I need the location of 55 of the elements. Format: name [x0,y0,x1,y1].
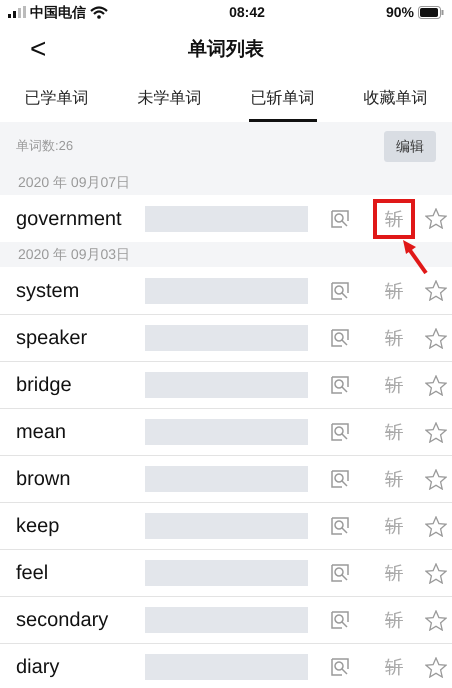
word-text: feel [16,561,50,586]
chop-button[interactable]: 斩 [377,557,411,589]
annotation-arrow [400,238,430,276]
star-icon[interactable] [425,562,447,584]
tab[interactable]: 已学单词 [22,81,90,122]
word-text: system [16,278,80,304]
carrier-name: 中国电信 [30,2,86,22]
chop-button[interactable]: 斩 [377,463,411,495]
lookup-icon[interactable] [330,516,350,536]
chop-button[interactable]: 斩 [377,510,411,542]
star-icon[interactable] [425,208,447,229]
back-button[interactable]: < [26,32,50,66]
star-icon[interactable] [425,610,447,630]
chop-button[interactable]: 斩 [377,604,411,636]
lookup-icon[interactable] [330,563,350,583]
lookup-icon[interactable] [330,280,350,300]
star-icon[interactable] [425,374,447,396]
page-title: 单词列表 [188,38,264,62]
lookup-icon[interactable] [330,422,350,442]
date-header: 2020 年 09月07日 [0,170,452,195]
word-text: keep [16,514,60,539]
lookup-icon[interactable] [330,328,350,348]
status-time: 08:42 [228,2,266,22]
lookup-icon[interactable] [330,610,350,630]
star-icon[interactable] [425,468,447,490]
word-text: government [16,206,123,232]
word-text: brown [16,467,72,492]
star-icon[interactable] [425,516,447,536]
battery-percent: 90% [386,2,414,22]
chop-button[interactable]: 斩 [377,369,411,401]
star-icon[interactable] [425,328,447,348]
tab[interactable]: 未学单词 [136,81,204,122]
wifi-icon [90,6,108,18]
word-text: mean [16,420,68,445]
chop-button[interactable]: 斩 [377,274,411,306]
signal-icon [8,6,26,18]
tab[interactable]: 收藏单词 [362,81,430,122]
edit-button[interactable]: 编辑 [384,130,436,162]
star-icon[interactable] [425,656,447,678]
lookup-icon[interactable] [330,657,350,677]
lookup-icon[interactable] [330,375,350,395]
date-header: 2020 年 09月03日 [0,242,452,267]
lookup-icon[interactable] [330,469,350,489]
star-icon[interactable] [425,280,447,301]
word-text: bridge [16,373,73,398]
word-text: secondary [16,608,110,633]
lookup-icon[interactable] [330,208,350,228]
word-count: 单词数:26 [16,137,74,156]
word-text: speaker [16,326,88,351]
battery-icon [418,6,444,18]
chop-button[interactable]: 斩 [377,416,411,448]
chop-button[interactable]: 斩 [377,651,411,683]
word-text: diary [16,655,60,680]
star-icon[interactable] [425,422,447,442]
chop-button[interactable]: 斩 [377,322,411,354]
